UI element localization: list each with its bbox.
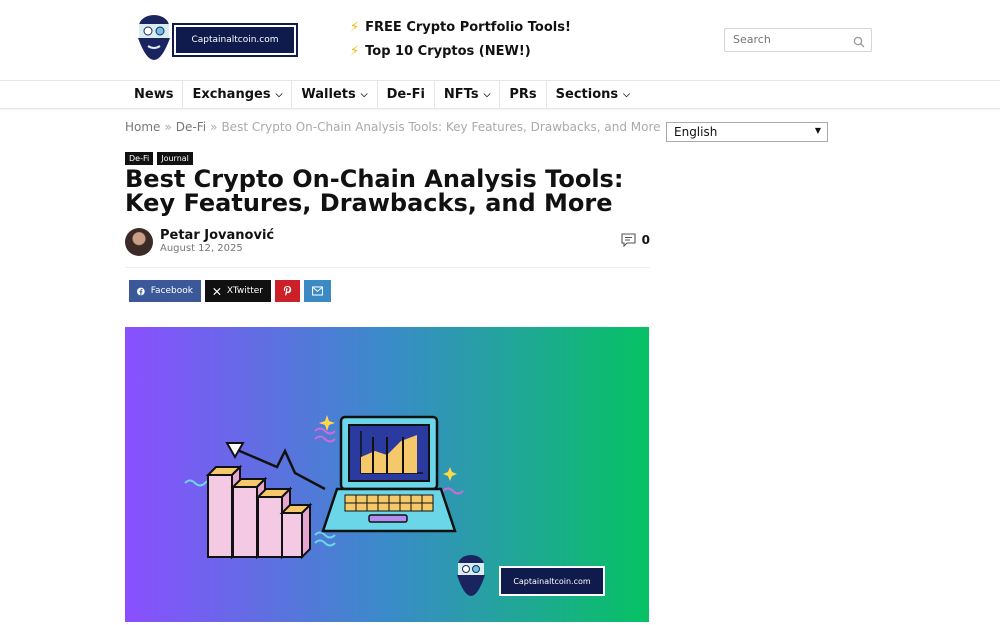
share-pinterest-button[interactable] [275, 280, 300, 302]
breadcrumb-separator: » [164, 120, 172, 134]
language-selected-value: English [674, 125, 718, 139]
nav-item-wallets[interactable]: Wallets ⌵ [292, 81, 378, 108]
share-facebook-button[interactable]: Facebook [129, 280, 201, 302]
nav-item-label: News [134, 87, 174, 102]
comments-link[interactable]: 0 [621, 233, 650, 247]
nav-item-label: Sections [555, 87, 619, 102]
comment-count: 0 [641, 233, 650, 247]
chevron-down-icon: ⌵ [483, 89, 491, 100]
search-box [724, 28, 872, 52]
share-facebook-label: Facebook [150, 286, 193, 296]
nav-item-exchanges[interactable]: Exchanges ⌵ [183, 81, 293, 108]
share-x-button[interactable]: XTwitter [205, 280, 271, 302]
breadcrumb-home-link[interactable]: Home [125, 120, 160, 134]
chevron-down-icon: ⌵ [623, 89, 630, 100]
publish-date: August 12, 2025 [160, 243, 243, 254]
nav-item-label: Exchanges [192, 87, 271, 102]
share-x-label: XTwitter [226, 286, 263, 296]
divider [125, 267, 650, 268]
breadcrumb-separator: » [210, 120, 218, 134]
article-tags: De-Fi Journal [125, 152, 193, 165]
lightning-icon: ⚡ [350, 44, 360, 59]
search-input[interactable] [733, 33, 843, 46]
chevron-down-icon: ⌵ [360, 89, 368, 100]
promo-portfolio-tools-link[interactable]: ⚡ FREE Crypto Portfolio Tools! [350, 20, 571, 35]
tag-journal[interactable]: Journal [157, 152, 193, 165]
author-name-link[interactable]: Petar Jovanović [160, 228, 274, 243]
site-logo[interactable]: Captainaltcoin.com [134, 12, 300, 70]
nav-item-label: PRs [509, 87, 537, 102]
nav-item-news[interactable]: News [125, 81, 184, 108]
tag-defi[interactable]: De-Fi [125, 152, 154, 165]
pinterest-icon [283, 286, 292, 296]
share-email-button[interactable] [304, 280, 331, 302]
promo-top-cryptos-label: Top 10 Cryptos (NEW!) [365, 44, 531, 59]
nav-item-label: NFTs [443, 87, 479, 102]
language-select[interactable]: English ▼ [666, 122, 828, 142]
facebook-icon [137, 287, 145, 295]
breadcrumb: Home» De-Fi» Best Crypto On-Chain Analysis… [125, 120, 661, 134]
site-header: Captainaltcoin.com ⚡ FREE Crypto Portfoli… [0, 0, 1000, 80]
share-bar: Facebook XTwitter [129, 280, 331, 302]
comment-icon [621, 233, 636, 247]
article-title: Best Crypto On-Chain Analysis Tools: Key… [125, 165, 624, 217]
nav-item-defi[interactable]: De-Fi [378, 81, 435, 108]
nav-item-nfts[interactable]: NFTs ⌵ [435, 81, 501, 108]
promo-top-cryptos-link[interactable]: ⚡ Top 10 Cryptos (NEW!) [350, 44, 531, 59]
chevron-down-icon: ⌵ [275, 89, 283, 100]
author-avatar[interactable] [125, 228, 153, 256]
x-logo-icon [213, 287, 221, 295]
hero-logo-wordmark: Captainaltcoin.com [499, 566, 605, 596]
nav-item-sections[interactable]: Sections ⌵ [547, 81, 639, 108]
breadcrumb-current: Best Crypto On-Chain Analysis Tools: Key… [221, 120, 661, 134]
nav-item-label: Wallets [301, 87, 356, 102]
author-meta: Petar Jovanović August 12, 2025 0 [125, 228, 650, 260]
nav-item-label: De-Fi [386, 87, 425, 102]
mail-icon [312, 286, 323, 296]
promo-portfolio-tools-label: FREE Crypto Portfolio Tools! [365, 20, 571, 35]
dropdown-arrow-icon: ▼ [814, 126, 821, 135]
search-icon[interactable] [853, 33, 865, 52]
lightning-icon: ⚡ [350, 20, 360, 35]
breadcrumb-category-link[interactable]: De-Fi [176, 120, 206, 134]
main-nav: News Exchanges ⌵ Wallets ⌵ De-Fi NFTs ⌵ PRs… [0, 80, 1000, 109]
featured-image: Captainaltcoin.com [125, 327, 649, 622]
logo-wordmark: Captainaltcoin.com [172, 23, 298, 57]
nav-item-prs[interactable]: PRs [500, 81, 547, 108]
